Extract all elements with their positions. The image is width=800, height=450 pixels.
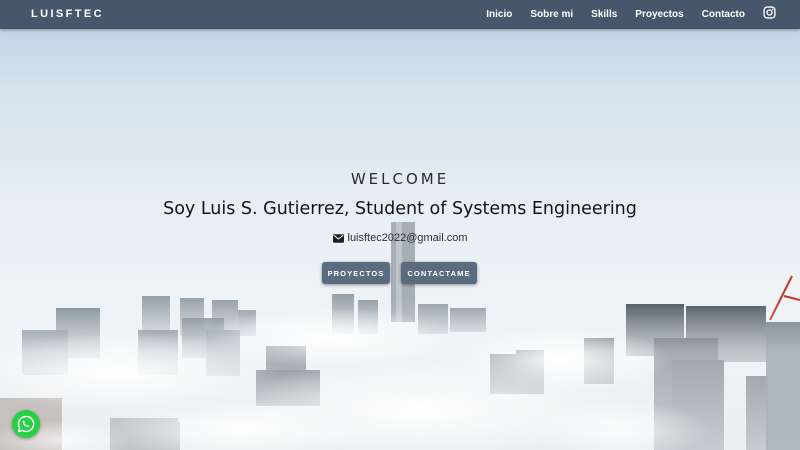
- nav-links: Inicio Sobre mi Skills Proyectos Contact…: [468, 0, 776, 29]
- city-skyline-image: [0, 222, 800, 450]
- contact-button[interactable]: CONTACTAME: [401, 262, 477, 284]
- whatsapp-button[interactable]: [12, 410, 40, 438]
- navbar: LUISFTEC Inicio Sobre mi Skills Proyecto…: [0, 0, 800, 29]
- brand-logo[interactable]: LUISFTEC: [31, 8, 104, 20]
- hero-background: [0, 0, 800, 450]
- whatsapp-icon: [17, 415, 35, 433]
- email-line: luisftec2022@gmail.com: [0, 232, 800, 244]
- instagram-icon[interactable]: [763, 6, 776, 19]
- nav-link-proyectos[interactable]: Proyectos: [635, 9, 683, 20]
- email-address: luisftec2022@gmail.com: [347, 232, 468, 244]
- nav-link-sobre-mi[interactable]: Sobre mi: [530, 9, 573, 20]
- hero-headline: Soy Luis S. Gutierrez, Student of System…: [163, 199, 637, 219]
- welcome-heading: WELCOME: [350, 170, 450, 188]
- projects-button[interactable]: PROYECTOS: [322, 262, 390, 284]
- nav-link-skills[interactable]: Skills: [591, 9, 617, 20]
- nav-link-contacto[interactable]: Contacto: [702, 9, 745, 20]
- nav-link-inicio[interactable]: Inicio: [486, 9, 512, 20]
- envelope-icon: [332, 233, 344, 243]
